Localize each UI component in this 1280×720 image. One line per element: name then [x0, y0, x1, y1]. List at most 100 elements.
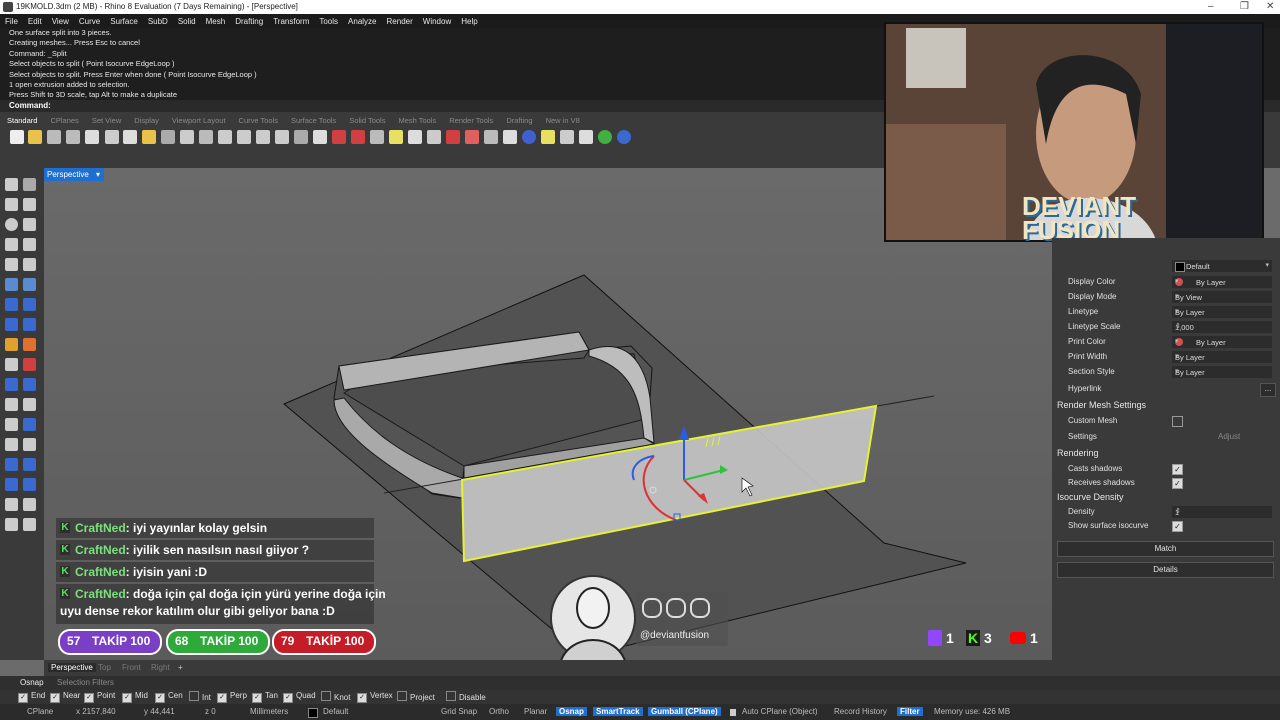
pan-icon[interactable]: [180, 130, 194, 144]
flow-icon[interactable]: [23, 478, 36, 491]
undo-view-icon[interactable]: [294, 130, 308, 144]
select-icon[interactable]: [332, 130, 346, 144]
polyline-icon[interactable]: [5, 198, 18, 211]
arc-icon[interactable]: [5, 258, 18, 271]
lock-icon[interactable]: [370, 130, 384, 144]
solid-tools-icon[interactable]: [23, 318, 36, 331]
match-button[interactable]: Match: [1057, 541, 1274, 557]
checkbox-checked-icon[interactable]: ✓: [18, 693, 28, 703]
menu-edit[interactable]: Edit: [23, 14, 47, 28]
tab-surface-tools[interactable]: Surface Tools: [284, 112, 342, 128]
checkbox-checked-icon[interactable]: ✓: [357, 693, 367, 703]
osnap-project[interactable]: Project: [397, 691, 435, 702]
osnap-near[interactable]: ✓ Near: [50, 691, 80, 703]
subd-icon[interactable]: [23, 378, 36, 391]
add-viewport-icon[interactable]: +: [178, 663, 183, 672]
snapshot-icon[interactable]: [484, 130, 498, 144]
tab-right[interactable]: Right: [151, 663, 170, 672]
menu-subd[interactable]: SubD: [143, 14, 173, 28]
prop-row-linetype-scale[interactable]: Linetype Scale 1,000 ⇕: [1068, 321, 1280, 335]
material-field[interactable]: Default ▾: [1172, 260, 1272, 272]
cylinder-icon[interactable]: [5, 318, 18, 331]
prop-value-field[interactable]: By Layer ▾: [1172, 276, 1272, 288]
checkbox-checked-icon[interactable]: ✓: [122, 693, 132, 703]
move-icon[interactable]: [5, 398, 18, 411]
more-tools-icon[interactable]: [23, 518, 36, 531]
prop-value-field[interactable]: By Layer ▾: [1172, 336, 1272, 348]
checkbox-checked-icon[interactable]: ✓: [217, 693, 227, 703]
layout-icon[interactable]: [23, 458, 36, 471]
checkbox-checked-icon[interactable]: ✓: [252, 693, 262, 703]
split-icon[interactable]: [5, 358, 18, 371]
zoom-window-icon[interactable]: [237, 130, 251, 144]
tab-display[interactable]: Display: [127, 112, 165, 128]
checkbox-unchecked-icon[interactable]: [446, 691, 456, 701]
hide-icon[interactable]: [351, 130, 365, 144]
checkbox-unchecked-icon[interactable]: [189, 691, 199, 701]
tab-render-tools[interactable]: Render Tools: [442, 112, 499, 128]
tab-front[interactable]: Front: [122, 663, 141, 672]
surface-icon[interactable]: [5, 278, 18, 291]
rotate-view-icon[interactable]: [199, 130, 213, 144]
sphere-icon[interactable]: [23, 298, 36, 311]
point-icon[interactable]: [23, 178, 36, 191]
tab-mesh-tools[interactable]: Mesh Tools: [391, 112, 442, 128]
checkbox-unchecked-icon[interactable]: [397, 691, 407, 701]
menu-file[interactable]: File: [0, 14, 23, 28]
tab-perspective[interactable]: Perspective: [48, 663, 96, 672]
osnap-perp[interactable]: ✓ Perp: [217, 691, 247, 703]
spinner-icon[interactable]: ⇕: [1175, 322, 1269, 330]
print-icon[interactable]: [66, 130, 80, 144]
tab-set-view[interactable]: Set View: [85, 112, 127, 128]
cplane-label[interactable]: CPlane: [27, 707, 53, 716]
prop-value-field[interactable]: 1,000 ⇕: [1172, 321, 1272, 333]
options-gear-icon[interactable]: [560, 130, 574, 144]
zoom-icon[interactable]: [218, 130, 232, 144]
tab-viewport-layout[interactable]: Viewport Layout: [165, 112, 232, 128]
menu-mesh[interactable]: Mesh: [201, 14, 231, 28]
select-arrow-icon[interactable]: [5, 178, 18, 191]
maximize-button[interactable]: ❐: [1240, 1, 1249, 12]
explode-icon[interactable]: [23, 338, 36, 351]
polygon-icon[interactable]: [5, 238, 18, 251]
rotate-icon[interactable]: [23, 398, 36, 411]
help-icon[interactable]: [617, 130, 631, 144]
osnap-cen[interactable]: ✓ Cen: [155, 691, 183, 703]
dimension-icon[interactable]: [5, 418, 18, 431]
prop-value-field[interactable]: By View ▾: [1172, 291, 1272, 303]
prop-row-print-color[interactable]: Print Color By Layer ▾: [1068, 336, 1280, 350]
adjust-button[interactable]: Adjust: [1218, 432, 1240, 441]
density-field[interactable]: 1 ⇕: [1172, 506, 1272, 518]
current-layer[interactable]: Default: [323, 707, 348, 716]
zoom-extents-icon[interactable]: [256, 130, 270, 144]
light-icon[interactable]: [408, 130, 422, 144]
menu-curve[interactable]: Curve: [74, 14, 105, 28]
tab-drafting[interactable]: Drafting: [499, 112, 538, 128]
render-icon[interactable]: [5, 518, 18, 531]
details-button[interactable]: Details: [1057, 562, 1274, 578]
trim-icon[interactable]: [23, 358, 36, 371]
filter-toggle[interactable]: Filter: [897, 707, 923, 716]
show-isocurve-checkbox[interactable]: ✓: [1172, 521, 1183, 532]
checkbox-unchecked-icon[interactable]: [321, 691, 331, 701]
analyze-icon[interactable]: [446, 130, 460, 144]
grid-snap-toggle[interactable]: Grid Snap: [441, 707, 477, 716]
check-mark-icon[interactable]: [23, 498, 36, 511]
menu-tools[interactable]: Tools: [314, 14, 343, 28]
fillet-curve-icon[interactable]: [23, 258, 36, 271]
menu-drafting[interactable]: Drafting: [230, 14, 268, 28]
osnap-tan[interactable]: ✓ Tan: [252, 691, 278, 703]
prop-row-linetype[interactable]: Linetype By Layer ▾: [1068, 306, 1280, 320]
prop-row-print-width[interactable]: Print Width By Layer ▾: [1068, 351, 1280, 365]
tab-cplanes[interactable]: CPlanes: [43, 112, 84, 128]
prop-row-section-style[interactable]: Section Style By Layer ▾: [1068, 366, 1280, 380]
tab-standard[interactable]: Standard: [0, 112, 43, 128]
mesh-icon[interactable]: [5, 378, 18, 391]
tab-osnap[interactable]: Osnap: [20, 678, 44, 687]
render-sphere-icon[interactable]: [522, 130, 536, 144]
checkbox-checked-icon[interactable]: ✓: [84, 693, 94, 703]
receives-shadows-checkbox[interactable]: ✓: [1172, 478, 1183, 489]
prop-value-field[interactable]: By Layer ▾: [1172, 306, 1272, 318]
tab-selection-filters[interactable]: Selection Filters: [57, 678, 114, 687]
layer-icon[interactable]: [503, 130, 517, 144]
